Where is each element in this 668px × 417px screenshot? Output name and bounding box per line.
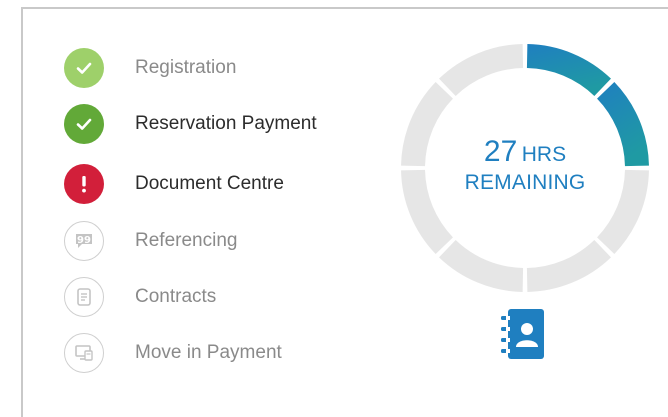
step-move-in-payment[interactable]: Move in Payment (64, 331, 384, 375)
scroll-icon (64, 277, 104, 317)
step-label: Document Centre (135, 173, 284, 194)
step-label: Move in Payment (135, 342, 282, 363)
ring-segment-filled (526, 44, 611, 96)
speech-bubble-icon: 99 (64, 221, 104, 261)
step-contracts[interactable]: Contracts (64, 275, 384, 319)
ring-segment-empty (439, 240, 524, 292)
ring-segment-empty (526, 240, 611, 292)
step-label: Registration (135, 57, 237, 78)
computer-payment-icon (64, 333, 104, 373)
contact-book-icon[interactable] (498, 307, 550, 361)
step-registration[interactable]: Registration (64, 46, 384, 90)
step-label: Reservation Payment (135, 113, 317, 134)
countdown-unit: HRS (521, 143, 567, 166)
exclamation-icon (64, 164, 104, 204)
ring-segment-empty (439, 44, 524, 96)
step-reservation-payment[interactable]: Reservation Payment (64, 102, 384, 146)
countdown-value: 27 (483, 135, 518, 168)
step-document-centre[interactable]: Document Centre (64, 162, 384, 206)
step-referencing[interactable]: 99 Referencing (64, 219, 384, 263)
check-icon (64, 104, 104, 144)
check-icon (64, 48, 104, 88)
step-label: Contracts (135, 286, 217, 307)
step-label: Referencing (135, 230, 238, 251)
countdown-caption: REMAINING (464, 171, 586, 194)
svg-text:99: 99 (77, 235, 91, 246)
countdown-label: 27 HRS REMAINING (399, 135, 651, 195)
